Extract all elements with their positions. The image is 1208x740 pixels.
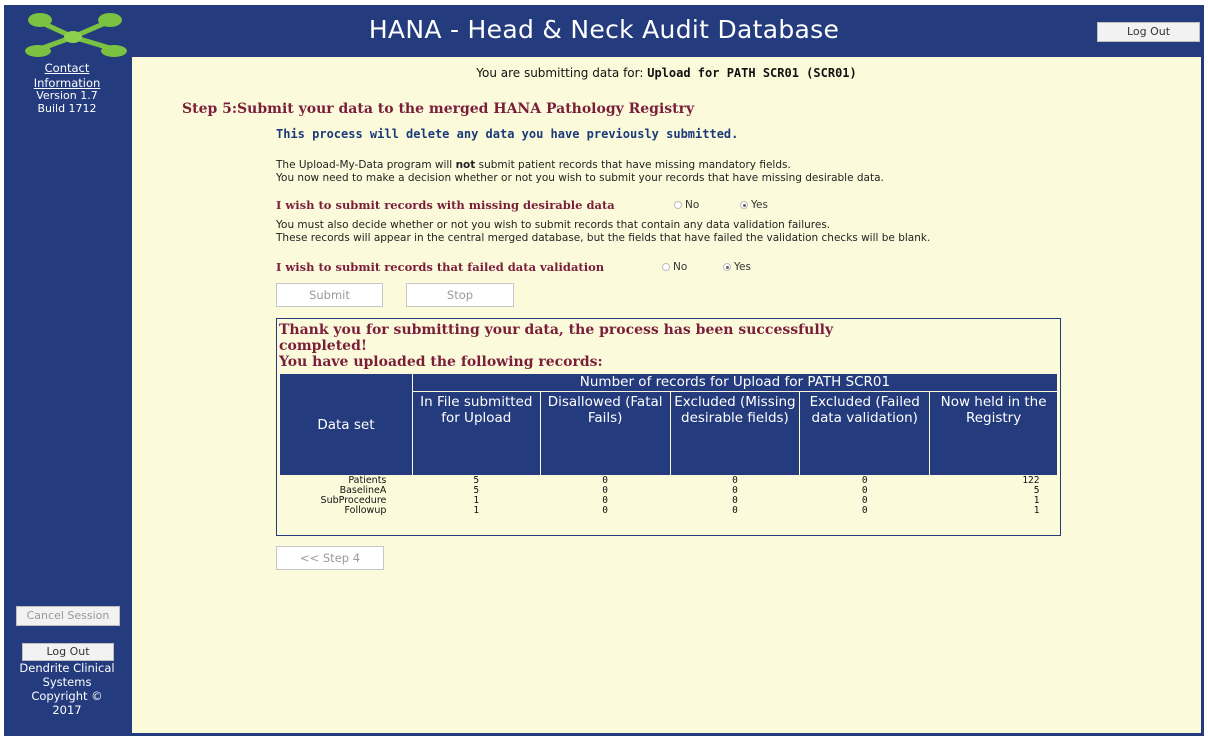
cell: 0 [602,505,608,516]
table-row: BaselineA 5 0 0 0 5 [280,486,1058,496]
main-panel: You are submitting data for: Upload for … [132,57,1201,733]
stop-button[interactable]: Stop [406,283,514,307]
success-message: Thank you for submitting your data, the … [279,322,834,370]
copyright-line: Systems [42,675,92,689]
delete-warning: This process will delete any data you ha… [276,127,739,141]
radio-desirable-no[interactable]: No [674,199,699,211]
radio-dot[interactable] [674,201,682,209]
sidebar-version: Version 1.7 Build 1712 [4,89,130,115]
radio-desirable-yes[interactable]: Yes [740,199,768,211]
version-text: Version 1.7 [36,89,98,102]
copyright-line: Dendrite Clinical [19,661,115,675]
column-header: In File submitted for Upload [411,391,541,476]
radio-validation-yes[interactable]: Yes [723,261,751,273]
cancel-session-button[interactable]: Cancel Session [16,606,120,626]
app-title: HANA - Head & Neck Audit Database [368,15,840,44]
dataset-header: Data set [279,373,413,476]
row-label: Followup [344,505,387,516]
table-row: Patients 5 0 0 0 122 [280,476,1058,487]
cell: 0 [732,505,738,516]
question-failed-validation: I wish to submit records that failed dat… [276,260,605,274]
table-row: Followup 1 0 0 0 1 [280,506,1058,516]
column-header: Now held in the Registry [929,391,1058,476]
contact-link[interactable]: Contact Information [34,61,101,90]
question-missing-desirable: I wish to submit records with missing de… [276,198,615,212]
cell: 1 [473,505,480,516]
build-text: Build 1712 [37,102,97,115]
radio-dot-selected[interactable] [723,263,731,271]
back-step4-button[interactable]: << Step 4 [276,546,384,570]
results-table: Data set Number of records for Upload fo… [279,373,1059,516]
radio-dot-selected[interactable] [740,201,748,209]
cell: 1 [1033,505,1040,516]
table-row: SubProcedure 1 0 0 0 1 [280,496,1058,506]
app-frame: HANA - Head & Neck Audit Database Log Ou… [4,5,1204,736]
radio-validation-no[interactable]: No [662,261,687,273]
column-header: Excluded (Failed data validation) [799,391,931,476]
radio-dot[interactable] [662,263,670,271]
column-header: Excluded (Missing desirable fields) [669,391,801,476]
submit-button[interactable]: Submit [276,283,383,307]
column-header: Disallowed (Fatal Fails) [539,391,671,476]
logout-button-top[interactable]: Log Out [1097,22,1200,42]
results-box: Thank you for submitting your data, the … [276,318,1061,536]
logout-button-side[interactable]: Log Out [22,643,114,661]
copyright-line: 2017 [52,703,82,717]
step-title: Step 5:Submit your data to the merged HA… [182,101,695,117]
mandatory-info: The Upload-My-Data program will not subm… [276,159,884,184]
submitting-for-text: You are submitting data for: Upload for … [476,66,857,80]
sidebar-contact[interactable]: Contact Information [4,61,130,91]
sidebar-copyright: Dendrite Clinical Systems Copyright © 20… [4,661,130,717]
submitting-target: Upload for PATH SCR01 (SCR01) [647,66,857,80]
group-header: Number of records for Upload for PATH SC… [411,373,1059,392]
cell: 0 [861,505,868,516]
copyright-line: Copyright © [31,689,103,703]
validation-info: You must also decide whether or not you … [276,219,931,244]
